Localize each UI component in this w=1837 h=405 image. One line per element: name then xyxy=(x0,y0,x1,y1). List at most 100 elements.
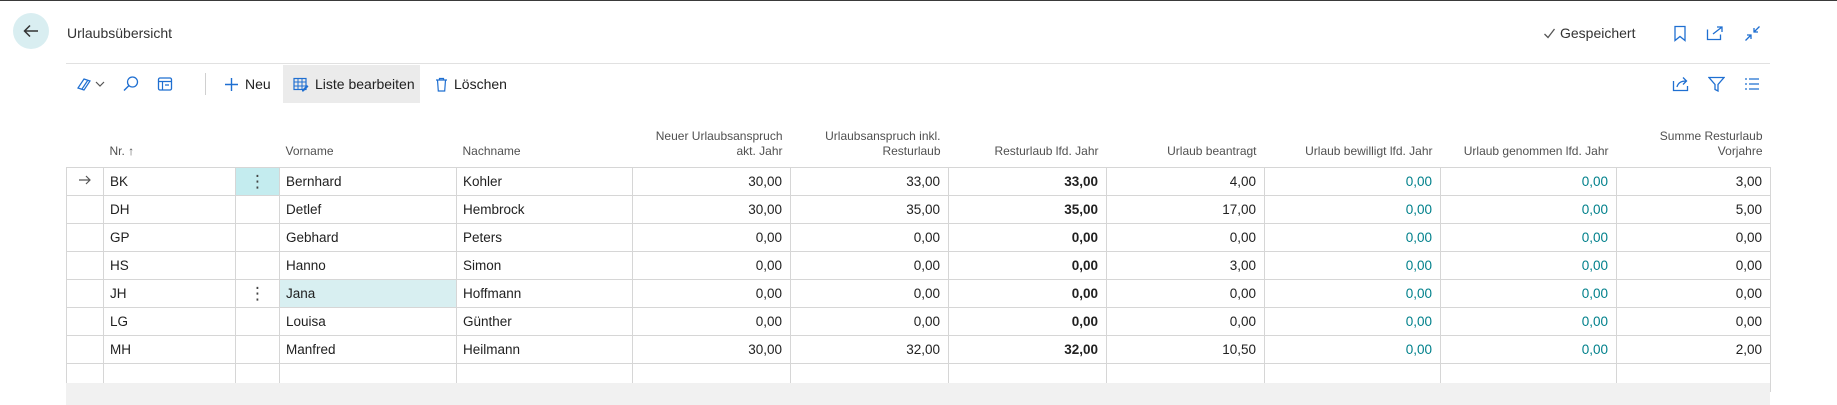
cell-inkl[interactable]: 0,00 xyxy=(790,251,949,280)
row-menu-button[interactable] xyxy=(235,195,280,224)
column-header-nachname[interactable]: Nachname xyxy=(457,108,633,168)
cell-vorname[interactable]: Bernhard xyxy=(279,167,457,196)
table-row[interactable]: GP Gebhard Peters 0,00 0,00 0,00 0,00 0,… xyxy=(66,223,1771,252)
cell-genommen[interactable]: 0,00 xyxy=(1440,251,1617,280)
cell-neu[interactable]: 30,00 xyxy=(632,167,791,196)
column-header-resturlaub[interactable]: Resturlaub lfd. Jahr xyxy=(949,108,1107,168)
cell-nr[interactable]: JH xyxy=(103,279,236,308)
cell-neu[interactable]: 0,00 xyxy=(632,251,791,280)
list-view-button[interactable] xyxy=(1744,65,1760,103)
cell-inkl[interactable]: 0,00 xyxy=(790,223,949,252)
column-header-urlaub-genommen[interactable]: Urlaub genommen lfd. Jahr xyxy=(1441,108,1617,168)
cell-summe[interactable]: 2,00 xyxy=(1616,335,1771,364)
cell-bewilligt[interactable]: 0,00 xyxy=(1264,195,1441,224)
cell-neu[interactable]: 30,00 xyxy=(632,335,791,364)
filter-button[interactable] xyxy=(1708,65,1725,103)
cell-beantragt[interactable]: 3,00 xyxy=(1106,251,1265,280)
search-button[interactable] xyxy=(122,65,140,103)
cell-bewilligt[interactable]: 0,00 xyxy=(1264,223,1441,252)
collapse-button[interactable] xyxy=(1741,22,1763,44)
cell-inkl[interactable]: 0,00 xyxy=(790,279,949,308)
cell-neu[interactable]: 0,00 xyxy=(632,223,791,252)
cell-nr[interactable]: GP xyxy=(103,223,236,252)
cell-vorname[interactable]: Jana xyxy=(279,279,457,308)
row-menu-button[interactable] xyxy=(235,251,280,280)
cell-beantragt[interactable]: 17,00 xyxy=(1106,195,1265,224)
cell-rest[interactable]: 32,00 xyxy=(948,335,1107,364)
cell-nachname[interactable]: Heilmann xyxy=(456,335,633,364)
cell-inkl[interactable]: 32,00 xyxy=(790,335,949,364)
cell-nr[interactable]: DH xyxy=(103,195,236,224)
table-row[interactable]: JH ⋮ Jana Hoffmann 0,00 0,00 0,00 0,00 0… xyxy=(66,279,1771,308)
cell-inkl[interactable]: 0,00 xyxy=(790,307,949,336)
cell-nr[interactable]: MH xyxy=(103,335,236,364)
cell-rest[interactable]: 0,00 xyxy=(948,251,1107,280)
column-header-urlaubsanspruch-inkl[interactable]: Urlaubsanspruch inkl. Resturlaub xyxy=(791,108,949,168)
new-button[interactable]: Neu xyxy=(224,65,271,103)
column-header-summe-resturlaub[interactable]: Summe Resturlaub Vorjahre xyxy=(1617,108,1771,168)
views-button[interactable] xyxy=(75,65,109,103)
cell-rest[interactable]: 35,00 xyxy=(948,195,1107,224)
table-row[interactable]: BK ⋮ Bernhard Kohler 30,00 33,00 33,00 4… xyxy=(66,167,1771,196)
cell-summe[interactable]: 0,00 xyxy=(1616,251,1771,280)
cell-inkl[interactable]: 35,00 xyxy=(790,195,949,224)
row-menu-button[interactable]: ⋮ xyxy=(235,167,280,196)
cell-genommen[interactable]: 0,00 xyxy=(1440,167,1617,196)
open-new-window-button[interactable] xyxy=(1704,22,1726,44)
cell-beantragt[interactable]: 0,00 xyxy=(1106,307,1265,336)
cell-beantragt[interactable]: 10,50 xyxy=(1106,335,1265,364)
table-row[interactable]: HS Hanno Simon 0,00 0,00 0,00 3,00 0,00 … xyxy=(66,251,1771,280)
cell-nr[interactable]: LG xyxy=(103,307,236,336)
cell-beantragt[interactable]: 0,00 xyxy=(1106,223,1265,252)
column-header-urlaub-bewilligt[interactable]: Urlaub bewilligt lfd. Jahr xyxy=(1265,108,1441,168)
cell-bewilligt[interactable]: 0,00 xyxy=(1264,335,1441,364)
cell-nachname[interactable]: Hoffmann xyxy=(456,279,633,308)
cell-neu[interactable]: 0,00 xyxy=(632,307,791,336)
cell-nachname[interactable]: Simon xyxy=(456,251,633,280)
edit-list-button[interactable]: Liste bearbeiten xyxy=(283,65,420,103)
cell-beantragt[interactable]: 4,00 xyxy=(1106,167,1265,196)
layout-button[interactable] xyxy=(157,65,173,103)
table-row[interactable]: LG Louisa Günther 0,00 0,00 0,00 0,00 0,… xyxy=(66,307,1771,336)
cell-genommen[interactable]: 0,00 xyxy=(1440,307,1617,336)
cell-summe[interactable]: 5,00 xyxy=(1616,195,1771,224)
cell-bewilligt[interactable]: 0,00 xyxy=(1264,307,1441,336)
cell-neu[interactable]: 0,00 xyxy=(632,279,791,308)
cell-vorname[interactable]: Detlef xyxy=(279,195,457,224)
table-row[interactable]: DH Detlef Hembrock 30,00 35,00 35,00 17,… xyxy=(66,195,1771,224)
share-button[interactable] xyxy=(1672,65,1690,103)
row-menu-button[interactable] xyxy=(235,307,280,336)
cell-summe[interactable]: 0,00 xyxy=(1616,279,1771,308)
cell-rest[interactable]: 0,00 xyxy=(948,307,1107,336)
bookmark-button[interactable] xyxy=(1669,22,1691,44)
cell-genommen[interactable]: 0,00 xyxy=(1440,335,1617,364)
cell-summe[interactable]: 0,00 xyxy=(1616,223,1771,252)
cell-inkl[interactable]: 33,00 xyxy=(790,167,949,196)
table-row[interactable]: MH Manfred Heilmann 30,00 32,00 32,00 10… xyxy=(66,335,1771,364)
cell-bewilligt[interactable]: 0,00 xyxy=(1264,279,1441,308)
row-menu-button[interactable]: ⋮ xyxy=(235,279,280,308)
cell-beantragt[interactable]: 0,00 xyxy=(1106,279,1265,308)
column-header-vorname[interactable]: Vorname xyxy=(280,108,457,168)
cell-nachname[interactable]: Peters xyxy=(456,223,633,252)
cell-rest[interactable]: 0,00 xyxy=(948,223,1107,252)
cell-genommen[interactable]: 0,00 xyxy=(1440,279,1617,308)
column-header-nr[interactable]: Nr. ↑ xyxy=(104,108,236,168)
cell-vorname[interactable]: Louisa xyxy=(279,307,457,336)
column-header-neuer-urlaubsanspruch[interactable]: Neuer Urlaubsanspruch akt. Jahr xyxy=(633,108,791,168)
row-menu-button[interactable] xyxy=(235,223,280,252)
cell-vorname[interactable]: Gebhard xyxy=(279,223,457,252)
cell-genommen[interactable]: 0,00 xyxy=(1440,223,1617,252)
delete-button[interactable]: Löschen xyxy=(435,65,507,103)
column-header-urlaub-beantragt[interactable]: Urlaub beantragt xyxy=(1107,108,1265,168)
cell-bewilligt[interactable]: 0,00 xyxy=(1264,251,1441,280)
cell-summe[interactable]: 3,00 xyxy=(1616,167,1771,196)
cell-summe[interactable]: 0,00 xyxy=(1616,307,1771,336)
cell-rest[interactable]: 33,00 xyxy=(948,167,1107,196)
cell-rest[interactable]: 0,00 xyxy=(948,279,1107,308)
cell-nachname[interactable]: Hembrock xyxy=(456,195,633,224)
cell-vorname[interactable]: Manfred xyxy=(279,335,457,364)
back-button[interactable] xyxy=(13,13,49,49)
cell-nr[interactable]: BK xyxy=(103,167,236,196)
cell-neu[interactable]: 30,00 xyxy=(632,195,791,224)
